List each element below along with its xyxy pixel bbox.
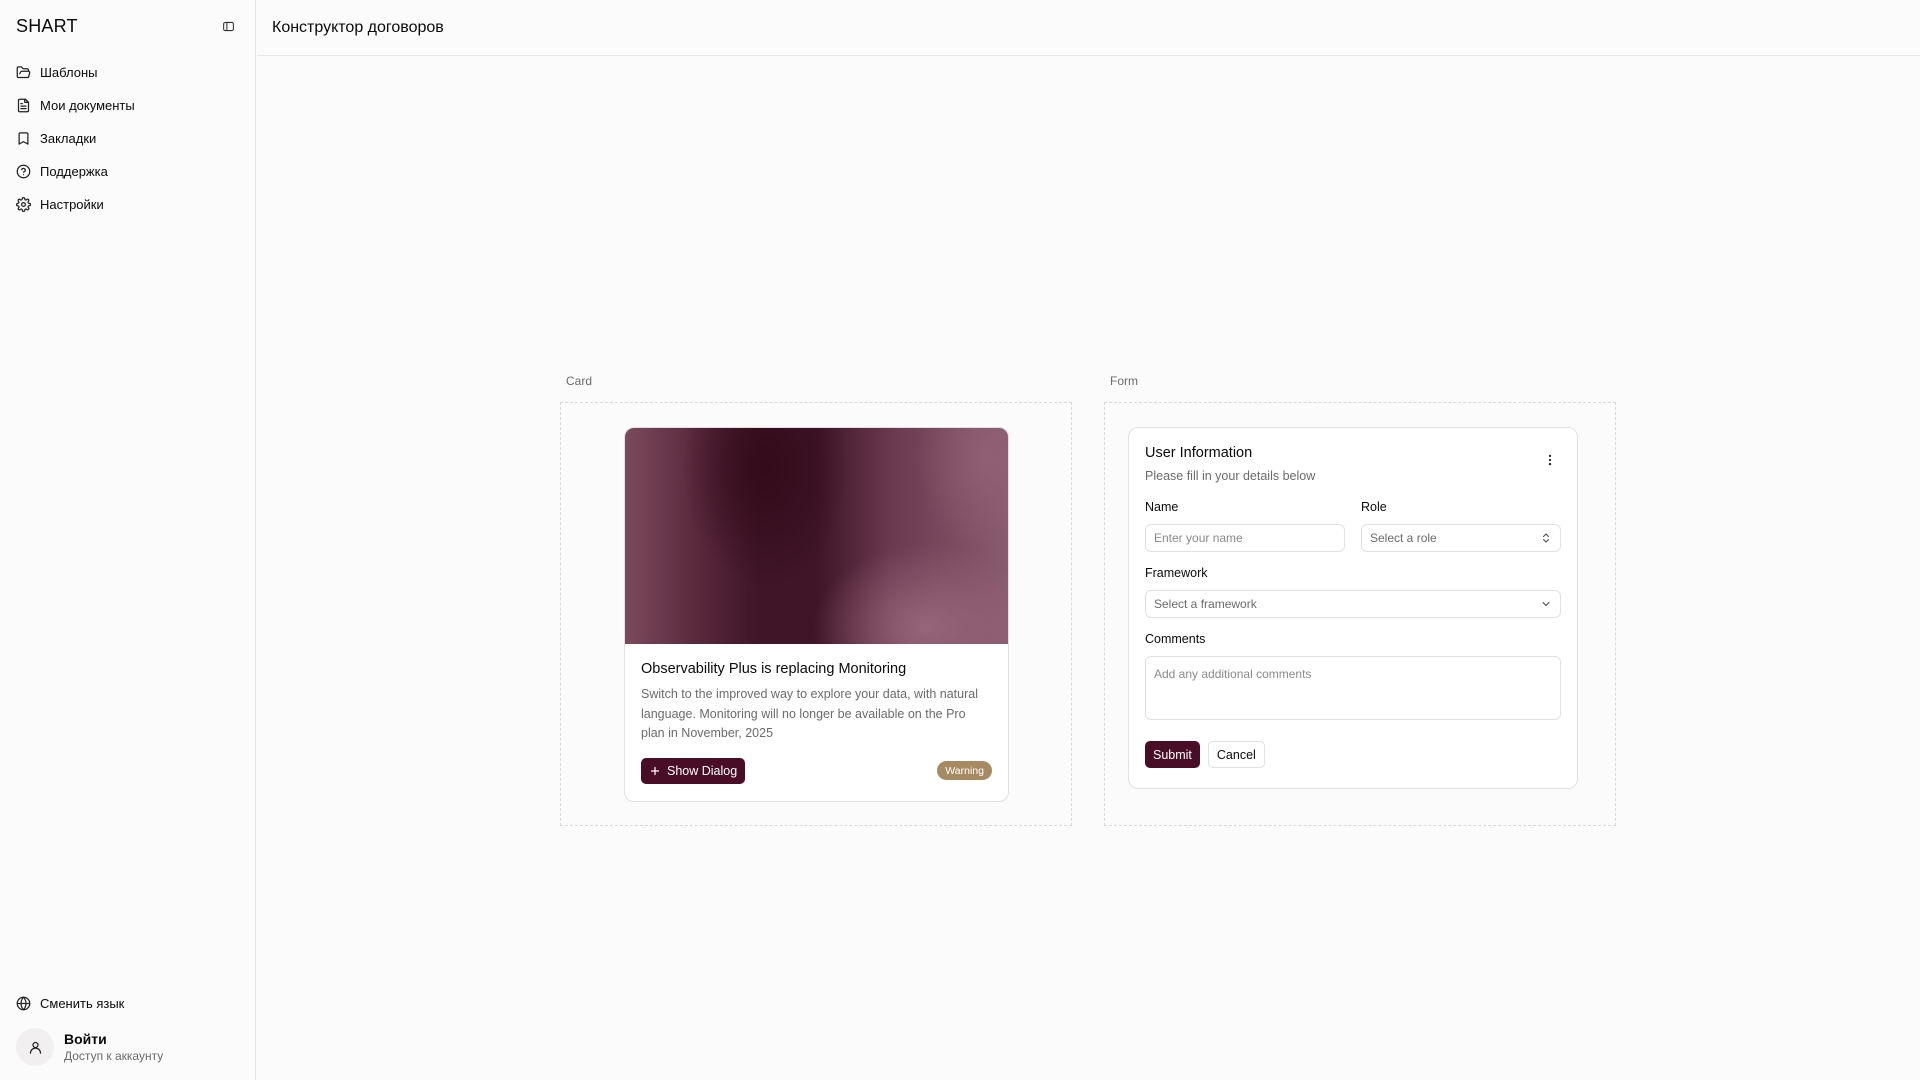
framework-select-value: Select a framework [1154, 597, 1257, 611]
help-circle-icon [16, 164, 31, 179]
show-dialog-label: Show Dialog [667, 763, 738, 778]
cancel-button[interactable]: Cancel [1207, 741, 1265, 768]
bookmark-icon [18, 132, 29, 145]
comments-textarea[interactable] [1145, 656, 1561, 720]
form-title: User Information [1145, 445, 1253, 461]
file-text-icon [17, 98, 30, 113]
chevron-down-icon [1542, 602, 1550, 606]
form-header: User Information Please fill in your det… [1145, 428, 1561, 483]
sidebar-item-templates[interactable]: Шаблоны [8, 56, 247, 89]
framework-field-group: Framework Select a framework [1145, 566, 1561, 618]
login-title: Войти [64, 1031, 107, 1047]
sidebar-item-bookmarks[interactable]: Закладки [8, 122, 247, 155]
role-select[interactable]: Select a role [1361, 524, 1561, 552]
card-description: Switch to the improved way to explore yo… [641, 687, 978, 740]
folder-open-icon [16, 66, 31, 79]
status-badge: Warning [937, 761, 992, 780]
account-text: Войти Доступ к аккаунту [64, 1031, 163, 1063]
page-header: Конструктор договоров [257, 0, 1920, 56]
framework-select[interactable]: Select a framework [1145, 590, 1561, 618]
more-vertical-icon[interactable] [1539, 449, 1561, 471]
comments-field-group: Comments [1145, 632, 1561, 725]
role-select-value: Select a role [1370, 531, 1437, 545]
sidebar-item-my-documents[interactable]: Мои документы [8, 89, 247, 122]
gear-icon [16, 197, 31, 212]
notice-card: Observability Plus is replacing Monitori… [624, 427, 1009, 802]
card-title: Observability Plus is replacing Monitori… [641, 661, 907, 677]
sidebar-item-support[interactable]: Поддержка [8, 155, 247, 188]
sidebar-item-label: Шаблоны [40, 65, 98, 80]
role-label: Role [1361, 500, 1387, 514]
sidebar-item-label: Закладки [40, 131, 97, 146]
chevrons-up-down-icon [1543, 533, 1549, 543]
avatar [16, 1028, 54, 1066]
name-input[interactable] [1145, 524, 1345, 552]
card-footer: Show Dialog Warning [641, 757, 992, 784]
role-field-group: Role Select a role [1361, 500, 1561, 552]
form-actions: Submit Cancel [1145, 741, 1561, 768]
user-icon [29, 1041, 41, 1054]
form-section-label: Form [1110, 374, 1138, 388]
login-subtitle: Доступ к аккаунту [64, 1049, 164, 1063]
card-image [625, 428, 1008, 644]
card-section-label: Card [566, 374, 593, 388]
change-language-button[interactable]: Сменить язык [8, 987, 247, 1020]
name-role-row: Name Role Select a role [1145, 500, 1561, 552]
sidebar-item-settings[interactable]: Настройки [8, 188, 247, 221]
submit-button[interactable]: Submit [1145, 741, 1200, 768]
change-language-label: Сменить язык [40, 996, 125, 1011]
show-dialog-button[interactable]: Show Dialog [641, 757, 746, 784]
name-field-group: Name [1145, 500, 1345, 552]
sidebar-item-label: Мои документы [40, 98, 135, 113]
sidebar-header: SHART [0, 0, 255, 52]
plus-icon [650, 766, 660, 775]
sidebar: SHART Шаблоны Мои документы Закладки Под… [0, 0, 256, 1080]
sidebar-item-label: Настройки [40, 197, 104, 212]
name-label: Name [1145, 500, 1179, 514]
sidebar-nav: Шаблоны Мои документы Закладки Поддержка… [0, 56, 255, 221]
user-info-form: User Information Please fill in your det… [1128, 427, 1578, 789]
framework-label: Framework [1145, 566, 1208, 580]
card-body: Observability Plus is replacing Monitori… [625, 644, 1008, 784]
page-title: Конструктор договоров [272, 18, 444, 36]
sidebar-item-label: Поддержка [40, 164, 108, 179]
brand-logo: SHART [16, 15, 78, 36]
login-button[interactable]: Войти Доступ к аккаунту [8, 1020, 247, 1066]
sidebar-toggle-icon[interactable] [217, 15, 239, 37]
sidebar-footer: Сменить язык Войти Доступ к аккаунту [0, 987, 255, 1080]
form-subtitle: Please fill in your details below [1145, 469, 1316, 483]
comments-label: Comments [1145, 632, 1206, 646]
globe-icon [16, 996, 31, 1011]
